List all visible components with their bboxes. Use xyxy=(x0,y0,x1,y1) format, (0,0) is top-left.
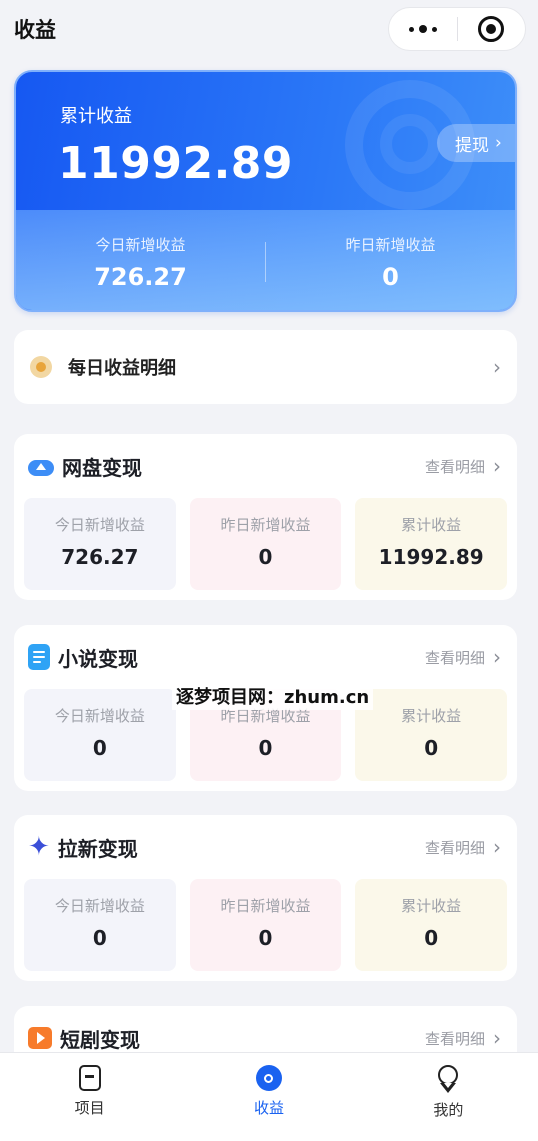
today-value: 726.27 xyxy=(94,262,187,291)
chevron-right-icon: › xyxy=(493,355,501,379)
sparkle-icon: ✦ xyxy=(28,832,50,862)
section-title: 小说变现 xyxy=(58,646,138,671)
tab-me[interactable]: 我的 xyxy=(359,1053,538,1141)
stat-label: 累计收益 xyxy=(401,516,462,534)
section-title: 网盘变现 xyxy=(62,455,142,480)
stat-box-total: 累计收益 11992.89 xyxy=(355,498,508,590)
earnings-icon xyxy=(255,1065,282,1091)
stat-label: 昨日新增收益 xyxy=(220,897,311,915)
section-header: 网盘变现 查看明细 › xyxy=(14,434,517,498)
chevron-right-icon: › xyxy=(493,454,501,478)
total-earnings-value: 11992.89 xyxy=(58,138,294,189)
stat-value: 0 xyxy=(92,926,107,950)
withdraw-button[interactable]: 提现 › xyxy=(437,124,515,162)
daily-detail-row[interactable]: 每日收益明细 › xyxy=(14,330,517,404)
today-label: 今日新增收益 xyxy=(95,235,186,254)
medal-icon xyxy=(436,1065,460,1093)
decoration-ring-inner xyxy=(380,114,440,174)
document-icon xyxy=(78,1065,101,1091)
stat-label: 昨日新增收益 xyxy=(220,516,311,534)
page-title: 收益 xyxy=(14,18,56,42)
book-icon xyxy=(28,644,50,670)
close-program-button[interactable] xyxy=(458,8,526,50)
view-details-label: 查看明细 xyxy=(424,648,485,667)
stat-label: 累计收益 xyxy=(401,707,462,725)
section-card-referral: ✦ 拉新变现 查看明细 › 今日新增收益 0 昨日新增收益 0 累计收益 0 xyxy=(14,815,517,981)
stat-value: 0 xyxy=(258,545,273,569)
stat-box-today: 今日新增收益 0 xyxy=(24,689,176,781)
yesterday-label: 昨日新增收益 xyxy=(345,235,436,254)
view-details-link[interactable]: 查看明细 › xyxy=(425,454,501,478)
stat-box-total: 累计收益 0 xyxy=(355,879,508,971)
stat-value: 0 xyxy=(424,736,439,760)
view-details-label: 查看明细 xyxy=(424,1029,485,1048)
stat-label: 今日新增收益 xyxy=(54,897,145,915)
stat-box-total: 累计收益 0 xyxy=(355,689,508,781)
view-details-label: 查看明细 xyxy=(424,457,485,476)
stat-label: 累计收益 xyxy=(401,897,462,915)
tab-label: 项目 xyxy=(74,1099,105,1117)
stat-box-today: 今日新增收益 726.27 xyxy=(24,498,176,590)
stat-label: 今日新增收益 xyxy=(54,516,145,534)
stat-box-yesterday: 昨日新增收益 0 xyxy=(189,498,342,590)
tab-label: 收益 xyxy=(253,1099,284,1117)
stat-value: 726.27 xyxy=(61,545,139,569)
target-icon xyxy=(478,16,505,42)
section-card-netdisk: 网盘变现 查看明细 › 今日新增收益 726.27 昨日新增收益 0 累计收益 … xyxy=(14,434,517,600)
hero-stats-row: 今日新增收益 726.27 昨日新增收益 0 xyxy=(16,210,515,310)
total-earnings-card: 累计收益 11992.89 提现 › 今日新增收益 726.27 昨日新增收益 … xyxy=(14,70,517,312)
chevron-right-icon: › xyxy=(495,133,502,153)
yesterday-value: 0 xyxy=(382,262,399,291)
stat-boxes: 今日新增收益 726.27 昨日新增收益 0 累计收益 11992.89 xyxy=(14,498,517,590)
stat-value: 0 xyxy=(258,926,273,950)
daily-detail-label: 每日收益明细 xyxy=(68,358,176,379)
stat-value: 0 xyxy=(92,736,107,760)
stat-value: 0 xyxy=(258,736,273,760)
chevron-right-icon: › xyxy=(493,1026,501,1050)
watermark-text: 逐梦项目网：zhum.cn xyxy=(172,682,374,710)
coin-icon xyxy=(30,356,52,378)
stat-value: 11992.89 xyxy=(378,545,484,569)
stat-box-today: 今日新增收益 0 xyxy=(24,879,176,971)
play-icon xyxy=(28,1027,52,1049)
view-details-link[interactable]: 查看明细 › xyxy=(425,1026,501,1050)
tab-projects[interactable]: 项目 xyxy=(0,1053,179,1141)
tab-earnings[interactable]: 收益 xyxy=(179,1053,358,1141)
bottom-tab-bar: 项目 收益 我的 xyxy=(0,1052,538,1141)
section-header: ✦ 拉新变现 查看明细 › xyxy=(14,815,517,879)
stat-label: 今日新增收益 xyxy=(54,707,145,725)
today-stat: 今日新增收益 726.27 xyxy=(16,234,265,291)
withdraw-label: 提现 xyxy=(455,135,489,156)
section-header: 小说变现 查看明细 › xyxy=(14,625,517,689)
section-title: 拉新变现 xyxy=(57,836,138,861)
chevron-right-icon: › xyxy=(493,645,501,669)
more-dots-icon xyxy=(408,25,437,33)
view-details-link[interactable]: 查看明细 › xyxy=(425,835,501,859)
yesterday-stat: 昨日新增收益 0 xyxy=(266,234,515,291)
stat-value: 0 xyxy=(424,926,439,950)
top-bar: 收益 xyxy=(0,0,538,58)
tab-label: 我的 xyxy=(433,1101,464,1119)
more-button[interactable] xyxy=(389,8,457,50)
stat-box-yesterday: 昨日新增收益 0 xyxy=(189,879,342,971)
chevron-right-icon: › xyxy=(493,835,501,859)
cloud-icon xyxy=(28,456,54,476)
view-details-link[interactable]: 查看明细 › xyxy=(425,645,501,669)
section-title: 短剧变现 xyxy=(60,1027,140,1052)
mini-program-capsule xyxy=(388,7,526,51)
total-earnings-label: 累计收益 xyxy=(60,106,132,127)
stat-boxes: 今日新增收益 0 昨日新增收益 0 累计收益 0 xyxy=(14,879,517,971)
view-details-label: 查看明细 xyxy=(424,838,485,857)
